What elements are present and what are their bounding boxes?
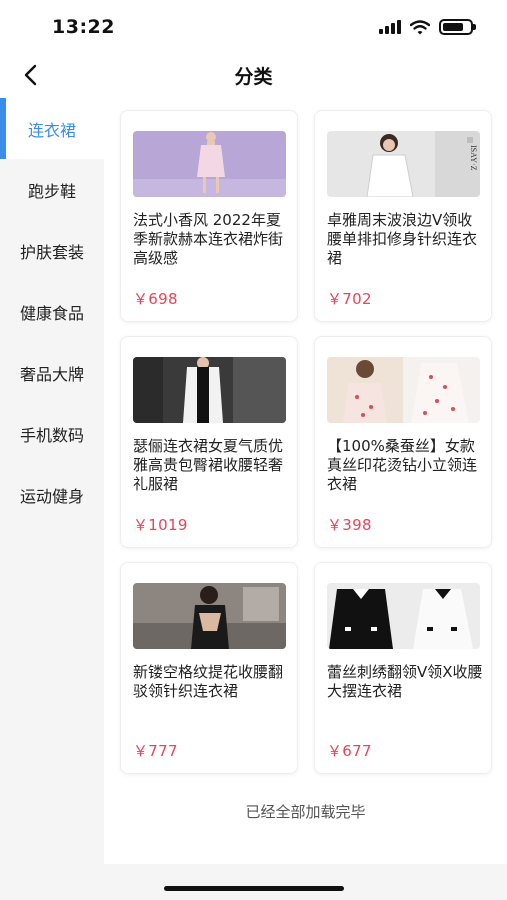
sidebar-item-luxury-brands[interactable]: 奢品大牌 xyxy=(0,342,104,403)
product-title: 【100%桑蚕丝】女款真丝印花烫钻小立领连衣裙 xyxy=(327,437,478,493)
bottom-area xyxy=(0,864,507,900)
sidebar-item-label: 运动健身 xyxy=(19,486,84,506)
sidebar-item-running-shoes[interactable]: 跑步鞋 xyxy=(0,159,104,220)
battery-icon xyxy=(439,19,476,35)
status-icons xyxy=(379,19,476,35)
product-price: ￥398 xyxy=(327,516,372,534)
product-list-panel: 法式小香风 2022年夏季新款赫本连衣裙炸街高级感 ￥698 ISAY·Z 卓雅… xyxy=(104,98,507,864)
product-grid: 法式小香风 2022年夏季新款赫本连衣裙炸街高级感 ￥698 ISAY·Z 卓雅… xyxy=(120,110,494,774)
product-title: 新镂空格纹提花收腰翻驳领针织连衣裙 xyxy=(133,663,284,700)
product-card[interactable]: 新镂空格纹提花收腰翻驳领针织连衣裙 ￥777 xyxy=(120,562,298,774)
sidebar-item-sports-fitness[interactable]: 运动健身 xyxy=(0,464,104,525)
sidebar-item-label: 护肤套装 xyxy=(19,242,84,262)
product-price: ￥702 xyxy=(327,290,372,308)
product-title: 卓雅周末波浪边V领收腰单排扣修身针织连衣裙 xyxy=(327,211,478,267)
product-title: 瑟俪连衣裙女夏气质优雅高贵包臀裙收腰轻奢礼服裙 xyxy=(133,437,284,493)
product-image xyxy=(133,131,286,197)
image-brand-text: ISAY·Z xyxy=(469,145,478,171)
product-image xyxy=(133,357,286,423)
sidebar-item-label: 连衣裙 xyxy=(27,120,76,140)
product-price: ￥1019 xyxy=(133,516,188,534)
status-bar: 13:22 xyxy=(0,0,507,52)
sidebar-item-label: 奢品大牌 xyxy=(19,364,84,384)
product-card[interactable]: ISAY·Z 卓雅周末波浪边V领收腰单排扣修身针织连衣裙 ￥702 xyxy=(314,110,492,322)
wifi-icon xyxy=(410,19,430,34)
product-price: ￥677 xyxy=(327,742,372,760)
nav-bar: 分类 xyxy=(0,52,507,98)
product-image xyxy=(327,357,480,423)
product-image: ISAY·Z xyxy=(327,131,480,197)
sidebar-item-label: 健康食品 xyxy=(19,303,84,323)
product-price: ￥777 xyxy=(133,742,178,760)
load-complete-text: 已经全部加载完毕 xyxy=(245,803,366,821)
status-time: 13:22 xyxy=(52,16,115,38)
product-image xyxy=(133,583,286,649)
home-indicator[interactable] xyxy=(164,886,344,891)
sidebar-item-dresses[interactable]: 连衣裙 xyxy=(0,98,104,159)
product-card[interactable]: 法式小香风 2022年夏季新款赫本连衣裙炸街高级感 ￥698 xyxy=(120,110,298,322)
product-card[interactable]: 【100%桑蚕丝】女款真丝印花烫钻小立领连衣裙 ￥398 xyxy=(314,336,492,548)
sidebar-item-phones-digital[interactable]: 手机数码 xyxy=(0,403,104,464)
sidebar-item-label: 手机数码 xyxy=(19,425,84,445)
sidebar-item-label: 跑步鞋 xyxy=(27,181,76,201)
sidebar-item-health-food[interactable]: 健康食品 xyxy=(0,281,104,342)
category-sidebar: 连衣裙 跑步鞋 护肤套装 健康食品 奢品大牌 手机数码 运动健身 xyxy=(0,98,104,864)
page-title: 分类 xyxy=(234,66,273,88)
product-card[interactable]: 瑟俪连衣裙女夏气质优雅高贵包臀裙收腰轻奢礼服裙 ￥1019 xyxy=(120,336,298,548)
sidebar-item-skincare-sets[interactable]: 护肤套装 xyxy=(0,220,104,281)
product-price: ￥698 xyxy=(133,290,178,308)
signal-icon xyxy=(379,20,401,34)
product-card[interactable]: 蕾丝刺绣翻领V领X收腰大摆连衣裙 ￥677 xyxy=(314,562,492,774)
product-title: 法式小香风 2022年夏季新款赫本连衣裙炸街高级感 xyxy=(133,211,284,267)
product-image xyxy=(327,583,480,649)
product-title: 蕾丝刺绣翻领V领X收腰大摆连衣裙 xyxy=(327,663,483,700)
